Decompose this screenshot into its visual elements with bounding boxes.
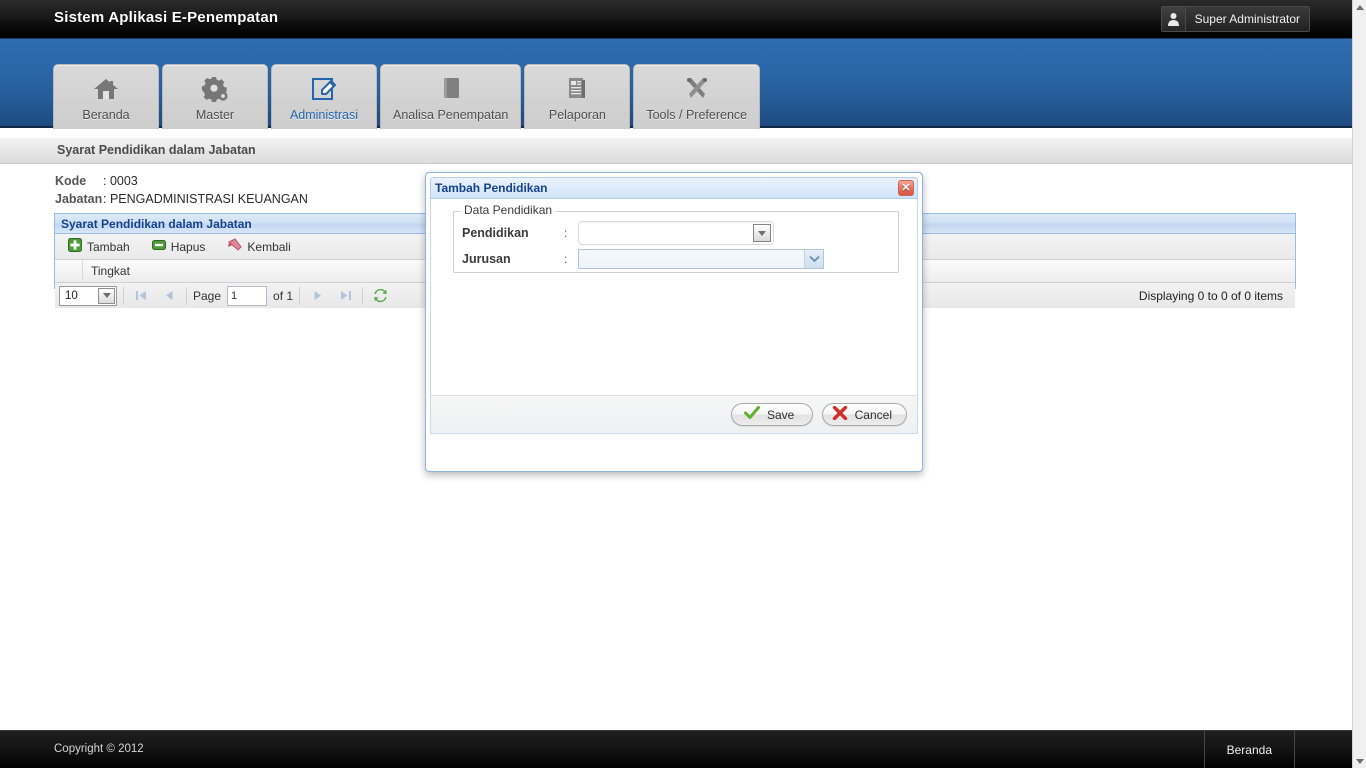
jurusan-label: Jurusan — [462, 252, 511, 266]
jabatan-colon: : — [103, 192, 110, 206]
grid-header-gutter — [55, 260, 83, 282]
field-colon: : — [564, 226, 568, 240]
page-number-input[interactable] — [227, 285, 268, 306]
gear-icon — [201, 74, 229, 104]
user-icon — [1161, 7, 1186, 31]
tambah-pendidikan-dialog: Tambah Pendidikan ✕ Data Pendidikan Pend… — [425, 172, 923, 472]
jabatan-label: Jabatan — [55, 192, 103, 206]
page-label: Page — [193, 288, 222, 303]
nav-tab-analisa-penempatan[interactable]: Analisa Penempatan — [380, 64, 522, 129]
nav-tab-master[interactable]: Master — [162, 64, 268, 129]
kode-colon: : — [103, 174, 110, 188]
nav-tab-label: Analisa Penempatan — [393, 108, 509, 122]
save-button-label: Save — [766, 407, 795, 422]
delete-minus-icon — [151, 238, 166, 255]
dialog-body: Data Pendidikan Pendidikan : Jurusan : S… — [430, 199, 918, 434]
vertical-scrollbar[interactable] — [1352, 0, 1366, 768]
breadcrumb: Syarat Pendidikan dalam Jabatan — [57, 143, 256, 157]
divider — [362, 286, 364, 305]
report-icon — [565, 74, 589, 104]
jabatan-field-row: Jabatan: PENGADMINISTRASI KEUANGAN — [55, 192, 308, 206]
data-pendidikan-fieldset: Data Pendidikan Pendidikan : Jurusan : — [453, 203, 899, 273]
prev-page-icon[interactable] — [158, 286, 180, 306]
main-navigation-bar: Beranda Master Administrasi Analisa Pene… — [0, 38, 1352, 129]
divider — [123, 286, 124, 305]
kode-value: 0003 — [109, 174, 138, 188]
breadcrumb-bar: Syarat Pendidikan dalam Jabatan — [0, 138, 1352, 164]
kode-label: Kode — [55, 174, 87, 188]
app-window: Sistem Aplikasi E-Penempatan Super Admin… — [0, 0, 1366, 768]
book-icon — [439, 74, 463, 104]
toolbar-kembali-button[interactable]: Kembali — [224, 237, 293, 256]
nav-tab-administrasi[interactable]: Administrasi — [271, 64, 377, 129]
divider — [186, 286, 187, 305]
footer-link-beranda[interactable]: Beranda — [1203, 731, 1295, 768]
kode-field-row: Kode: 0003 — [55, 174, 138, 188]
first-page-icon[interactable] — [130, 286, 152, 306]
top-header-bar: Sistem Aplikasi E-Penempatan Super Admin… — [0, 0, 1352, 38]
refresh-icon[interactable] — [369, 286, 391, 306]
field-colon: : — [564, 252, 568, 266]
content-area: Kode: 0003 Jabatan: PENGADMINISTRASI KEU… — [0, 164, 1352, 730]
jabatan-value: PENGADMINISTRASI KEUANGAN — [109, 192, 308, 206]
last-page-icon[interactable] — [334, 286, 356, 306]
nav-tab-list: Beranda Master Administrasi Analisa Pene… — [53, 64, 761, 129]
check-icon — [743, 406, 760, 423]
page-total-label: of 1 — [273, 288, 294, 303]
nav-tab-label: Tools / Preference — [646, 108, 748, 122]
cross-icon — [832, 405, 848, 423]
user-name-label: Super Administrator — [1194, 12, 1300, 26]
toolbar-button-label: Kembali — [247, 239, 291, 254]
pendidikan-field-row: Pendidikan : — [462, 221, 774, 245]
nav-tab-label: Administrasi — [289, 108, 359, 122]
nav-tab-label: Pelaporan — [548, 108, 606, 122]
edit-note-icon — [311, 74, 337, 104]
nav-tab-beranda[interactable]: Beranda — [53, 64, 159, 129]
add-plus-icon — [68, 238, 82, 255]
next-page-icon[interactable] — [306, 286, 328, 306]
nav-tab-pelaporan[interactable]: Pelaporan — [524, 64, 631, 129]
page-footer: Copyright © 2012 Beranda — [0, 730, 1352, 768]
toolbar-tambah-button[interactable]: Tambah — [65, 237, 133, 256]
scroll-down-icon[interactable] — [1353, 754, 1366, 768]
jurusan-field-row: Jurusan : — [462, 249, 824, 269]
dialog-title: Tambah Pendidikan — [435, 181, 548, 195]
toolbar-button-label: Hapus — [170, 239, 206, 254]
tools-icon — [684, 74, 710, 104]
pendidikan-label: Pendidikan — [462, 226, 529, 240]
page-size-value: 10 — [65, 289, 78, 302]
page-size-select[interactable]: 10 — [59, 285, 117, 306]
close-icon[interactable]: ✕ — [898, 180, 914, 196]
jurusan-combobox[interactable] — [578, 249, 824, 269]
chevron-down-icon[interactable] — [753, 224, 771, 242]
dialog-footer: Save Cancel — [431, 395, 917, 433]
toolbar-button-label: Tambah — [87, 239, 130, 254]
page-title: Sistem Aplikasi E-Penempatan — [54, 9, 279, 26]
back-arrow-icon — [227, 238, 243, 255]
divider — [299, 286, 301, 305]
nav-tab-tools-preference[interactable]: Tools / Preference — [633, 64, 761, 129]
cancel-button[interactable]: Cancel — [821, 403, 907, 426]
user-account-button[interactable]: Super Administrator — [1160, 6, 1310, 32]
cancel-button-label: Cancel — [854, 407, 892, 422]
pendidikan-combobox[interactable] — [578, 221, 774, 245]
nav-tab-label: Master — [195, 108, 235, 122]
home-icon — [93, 74, 119, 104]
fieldset-legend: Data Pendidikan — [460, 203, 557, 217]
copyright-text: Copyright © 2012 — [54, 743, 144, 755]
dialog-title-bar: Tambah Pendidikan ✕ — [430, 177, 918, 199]
toolbar-hapus-button[interactable]: Hapus — [149, 237, 209, 256]
chevron-down-icon — [98, 287, 115, 304]
user-icon-glyph — [1167, 13, 1179, 26]
scroll-up-icon[interactable] — [1353, 0, 1366, 14]
nav-tab-label: Beranda — [82, 108, 130, 122]
save-button[interactable]: Save — [730, 403, 813, 426]
chevron-down-icon[interactable] — [804, 250, 823, 268]
grid-status-text: Displaying 0 to 0 of 0 items — [1138, 288, 1283, 303]
